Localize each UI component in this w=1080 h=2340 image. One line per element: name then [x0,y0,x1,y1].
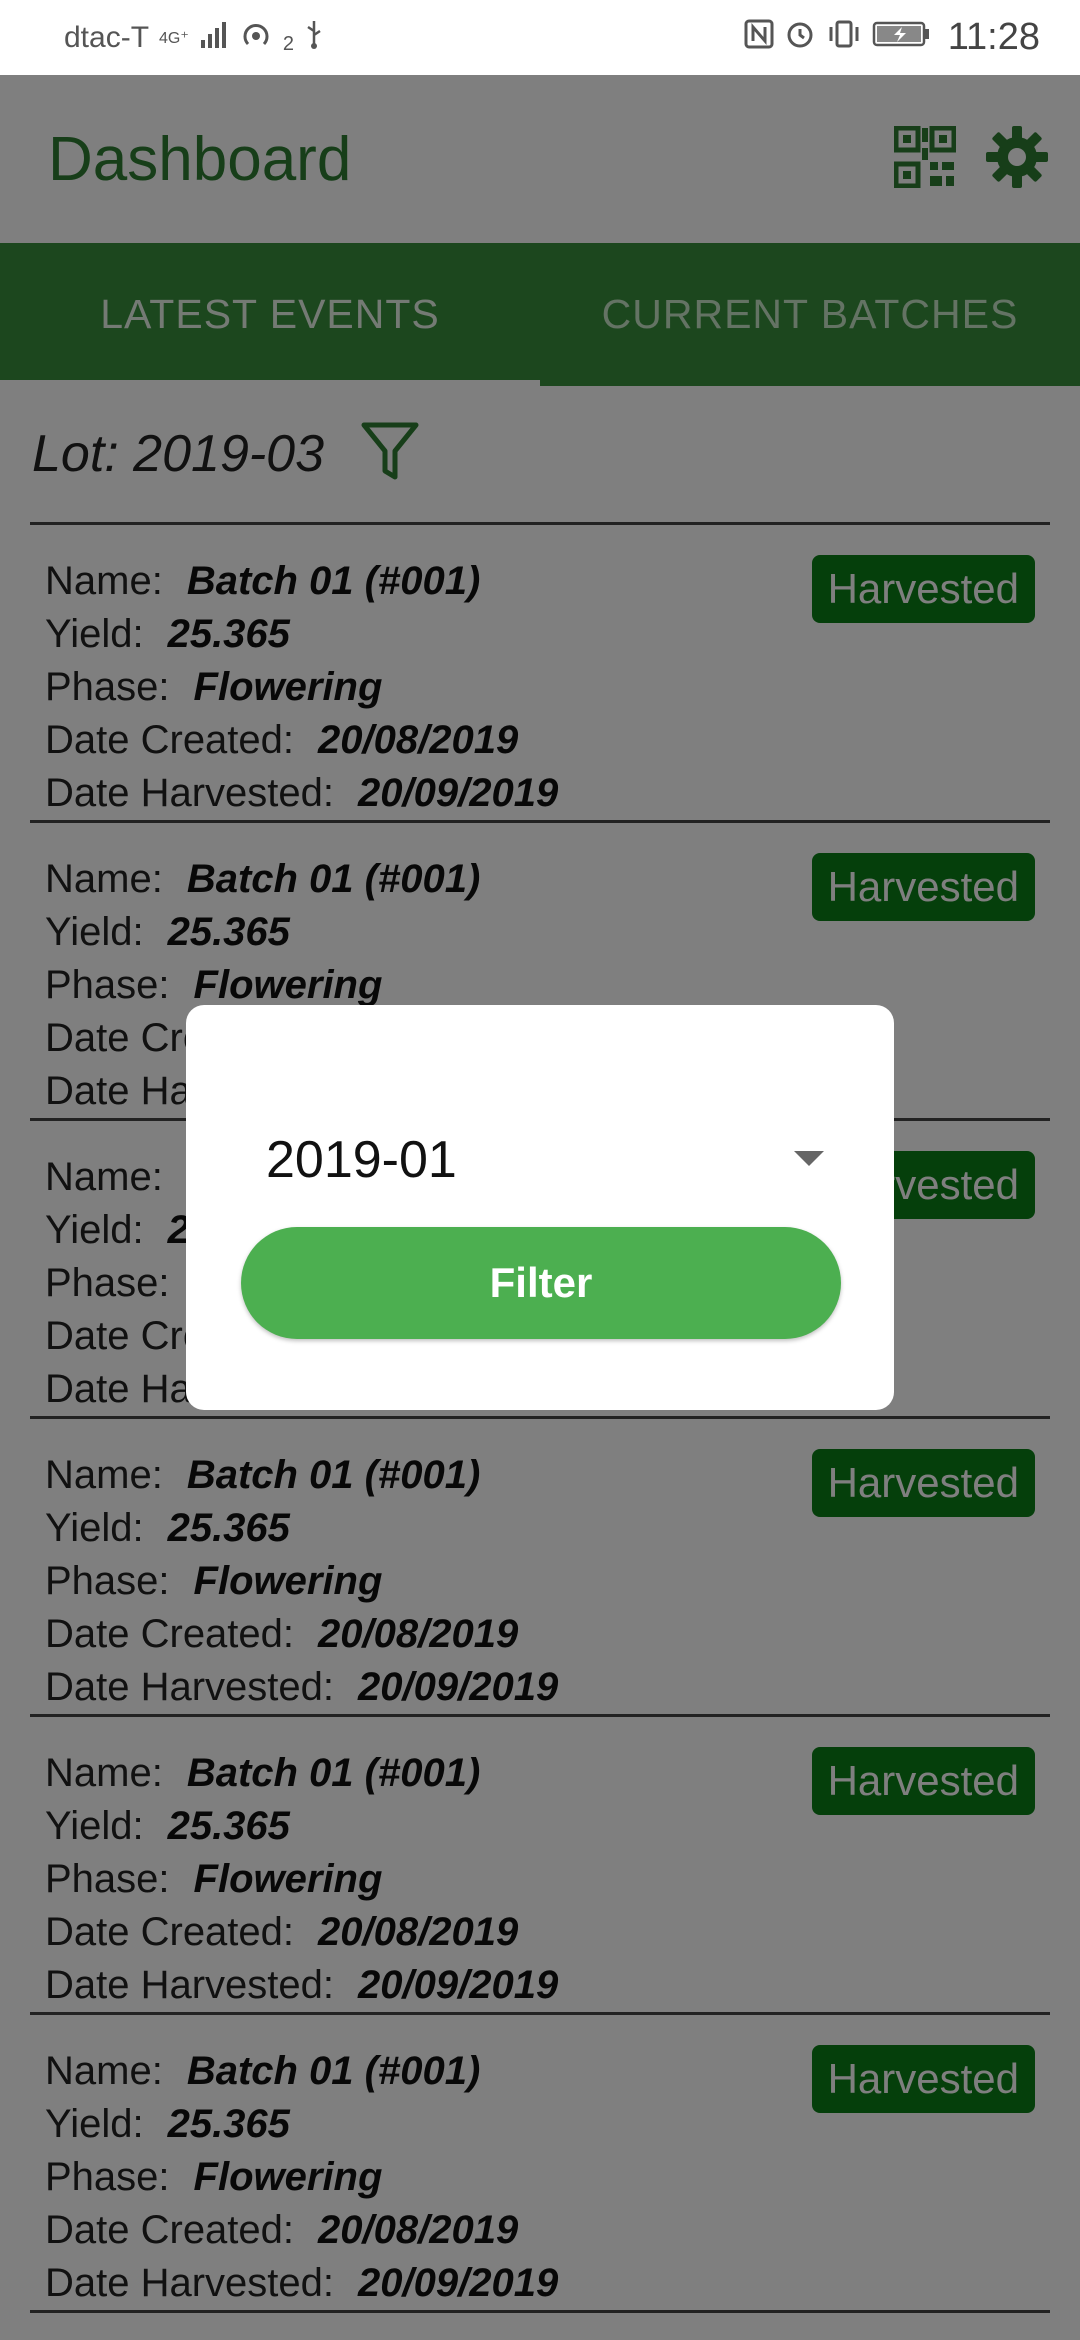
chevron-down-icon [792,1148,826,1173]
signal-icon [199,20,229,56]
filter-dialog: 2019-01 Filter [186,1005,894,1410]
network-type: 4G⁺ [159,29,189,47]
usb-icon [304,19,324,57]
vibrate-icon [826,19,862,57]
nfc-icon [744,19,774,57]
battery-icon [872,20,930,56]
lot-dropdown-value: 2019-01 [266,1131,457,1189]
lot-dropdown[interactable]: 2019-01 [266,1105,826,1215]
hotspot-icon [239,19,273,57]
clock: 11:28 [947,16,1040,58]
status-bar: dtac-T 4G⁺ 2 11:28 [0,0,1080,75]
carrier-label: dtac-T [64,20,150,54]
status-right: 11:28 [744,16,1040,59]
hotspot-count: 2 [282,32,294,55]
alarm-icon [784,18,816,58]
filter-button[interactable]: Filter [241,1227,841,1339]
status-left: dtac-T 4G⁺ 2 [64,19,324,57]
